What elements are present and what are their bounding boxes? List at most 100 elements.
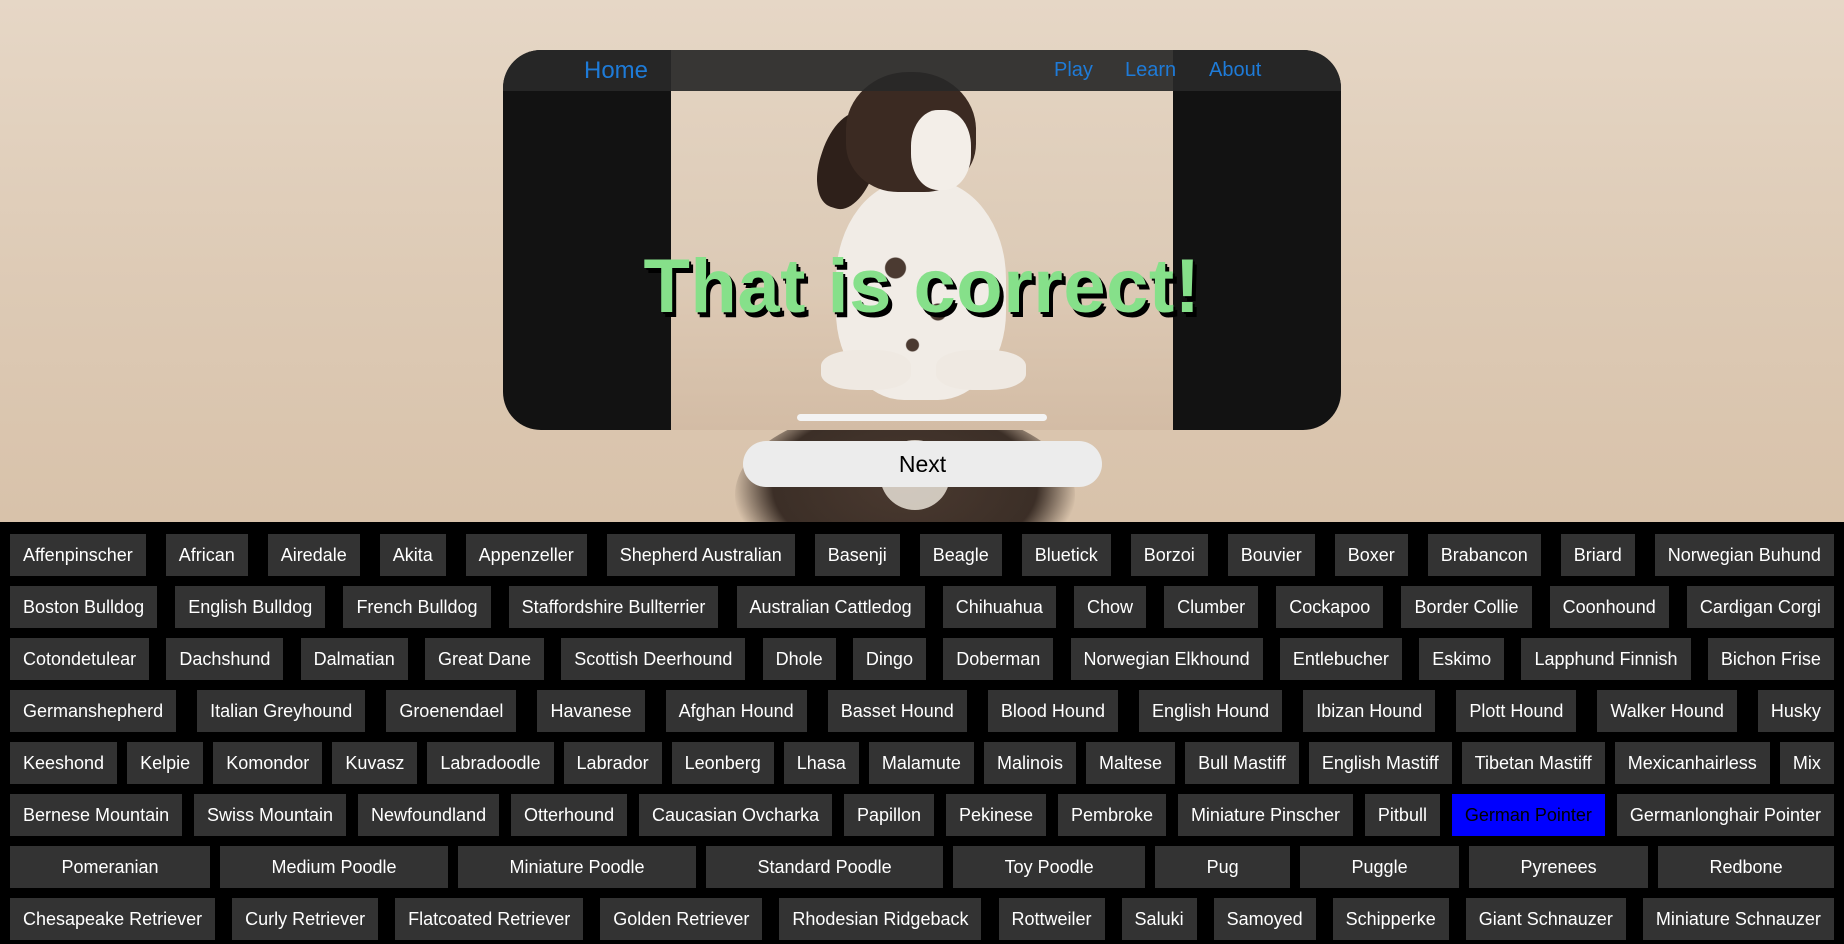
nav-learn-link[interactable]: Learn xyxy=(1125,50,1176,91)
breed-option-button[interactable]: Great Dane xyxy=(424,638,545,680)
breed-option-button[interactable]: Puggle xyxy=(1300,846,1460,888)
breed-option-button[interactable]: Bernese Mountain xyxy=(10,794,183,836)
breed-option-button[interactable]: Airedale xyxy=(267,534,360,576)
breed-option-button[interactable]: Rottweiler xyxy=(998,898,1105,940)
nav-home-link[interactable]: Home xyxy=(584,50,648,91)
breed-option-button[interactable]: Pembroke xyxy=(1057,794,1167,836)
breed-option-button[interactable]: Beagle xyxy=(919,534,1002,576)
breed-option-button[interactable]: Husky xyxy=(1757,690,1834,732)
breed-option-button[interactable]: Walker Hound xyxy=(1597,690,1737,732)
breed-option-button[interactable]: Germanshepherd xyxy=(10,690,177,732)
breed-option-button[interactable]: Doberman xyxy=(943,638,1054,680)
breed-option-button[interactable]: Caucasian Ovcharka xyxy=(639,794,833,836)
breed-option-button[interactable]: Medium Poodle xyxy=(220,846,449,888)
breed-option-button[interactable]: Boxer xyxy=(1334,534,1408,576)
breed-option-button[interactable]: Havanese xyxy=(537,690,645,732)
breed-option-button[interactable]: Norwegian Buhund xyxy=(1654,534,1834,576)
breed-option-button[interactable]: Bouvier xyxy=(1227,534,1315,576)
breed-option-button[interactable]: Cardigan Corgi xyxy=(1686,586,1834,628)
nav-play-link[interactable]: Play xyxy=(1054,50,1093,91)
breed-option-button[interactable]: Kuvasz xyxy=(332,742,418,784)
breed-option-button[interactable]: Labrador xyxy=(563,742,662,784)
breed-option-button[interactable]: Bichon Frise xyxy=(1707,638,1834,680)
breed-option-button[interactable]: Lhasa xyxy=(783,742,859,784)
breed-option-button[interactable]: Pyrenees xyxy=(1469,846,1649,888)
breed-option-button[interactable]: English Mastiff xyxy=(1308,742,1452,784)
breed-option-button[interactable]: Pomeranian xyxy=(10,846,210,888)
breed-option-button[interactable]: Leonberg xyxy=(671,742,774,784)
breed-option-button[interactable]: Boston Bulldog xyxy=(10,586,158,628)
breed-option-button[interactable]: German Pointer xyxy=(1451,794,1605,836)
breed-option-button[interactable]: Rhodesian Ridgeback xyxy=(779,898,982,940)
breed-option-button[interactable]: Chihuahua xyxy=(942,586,1056,628)
breed-option-button[interactable]: Curly Retriever xyxy=(232,898,379,940)
breed-option-button[interactable]: Pekinese xyxy=(945,794,1047,836)
next-button[interactable]: Next xyxy=(743,441,1102,487)
breed-option-button[interactable]: Cockapoo xyxy=(1276,586,1384,628)
breed-option-button[interactable]: Australian Cattledog xyxy=(736,586,925,628)
breed-option-button[interactable]: Ibizan Hound xyxy=(1303,690,1436,732)
breed-option-button[interactable]: Groenendael xyxy=(386,690,517,732)
breed-option-button[interactable]: Miniature Pinscher xyxy=(1177,794,1353,836)
breed-option-button[interactable]: Dingo xyxy=(852,638,926,680)
breed-option-button[interactable]: Italian Greyhound xyxy=(197,690,366,732)
breed-option-button[interactable]: Maltese xyxy=(1086,742,1176,784)
breed-option-button[interactable]: Standard Poodle xyxy=(706,846,944,888)
breed-option-button[interactable]: Coonhound xyxy=(1549,586,1669,628)
breed-option-button[interactable]: Schipperke xyxy=(1332,898,1449,940)
breed-option-button[interactable]: Redbone xyxy=(1658,846,1835,888)
breed-option-button[interactable]: Miniature Poodle xyxy=(458,846,697,888)
breed-option-button[interactable]: Dachshund xyxy=(166,638,284,680)
breed-option-button[interactable]: Kelpie xyxy=(127,742,204,784)
breed-option-button[interactable]: Plott Hound xyxy=(1456,690,1577,732)
breed-option-button[interactable]: Malinois xyxy=(983,742,1076,784)
breed-option-button[interactable]: French Bulldog xyxy=(343,586,491,628)
breed-option-button[interactable]: Newfoundland xyxy=(358,794,500,836)
breed-option-button[interactable]: Scottish Deerhound xyxy=(561,638,746,680)
breed-option-button[interactable]: English Bulldog xyxy=(175,586,326,628)
breed-option-button[interactable]: Toy Poodle xyxy=(953,846,1146,888)
breed-option-button[interactable]: Mexicanhairless xyxy=(1614,742,1770,784)
breed-option-button[interactable]: Dalmatian xyxy=(300,638,408,680)
breed-option-button[interactable]: Swiss Mountain xyxy=(194,794,347,836)
breed-option-button[interactable]: Malamute xyxy=(868,742,974,784)
breed-option-button[interactable]: Appenzeller xyxy=(465,534,587,576)
nav-about-link[interactable]: About xyxy=(1209,50,1261,91)
breed-option-button[interactable]: African xyxy=(165,534,248,576)
breed-option-button[interactable]: Staffordshire Bullterrier xyxy=(508,586,719,628)
breed-option-button[interactable]: Mix xyxy=(1779,742,1834,784)
breed-option-button[interactable]: Papillon xyxy=(844,794,935,836)
breed-option-button[interactable]: Cotondetulear xyxy=(10,638,150,680)
breed-option-button[interactable]: Chow xyxy=(1073,586,1146,628)
breed-option-button[interactable]: Labradoodle xyxy=(427,742,554,784)
breed-option-button[interactable]: Germanlonghair Pointer xyxy=(1616,794,1834,836)
breed-option-button[interactable]: Saluki xyxy=(1121,898,1197,940)
breed-option-button[interactable]: Blood Hound xyxy=(987,690,1118,732)
breed-option-button[interactable]: Chesapeake Retriever xyxy=(10,898,216,940)
breed-option-button[interactable]: Otterhound xyxy=(511,794,628,836)
breed-option-button[interactable]: Pitbull xyxy=(1364,794,1440,836)
breed-option-button[interactable]: Lapphund Finnish xyxy=(1521,638,1691,680)
breed-option-button[interactable]: Shepherd Australian xyxy=(606,534,795,576)
breed-option-button[interactable]: Samoyed xyxy=(1213,898,1316,940)
breed-option-button[interactable]: Giant Schnauzer xyxy=(1465,898,1626,940)
breed-option-button[interactable]: Komondor xyxy=(213,742,323,784)
breed-option-button[interactable]: Eskimo xyxy=(1419,638,1505,680)
breed-option-button[interactable]: English Hound xyxy=(1139,690,1283,732)
breed-option-button[interactable]: Entlebucher xyxy=(1279,638,1402,680)
breed-option-button[interactable]: Flatcoated Retriever xyxy=(395,898,584,940)
breed-option-button[interactable]: Akita xyxy=(379,534,446,576)
breed-option-button[interactable]: Norwegian Elkhound xyxy=(1070,638,1263,680)
breed-option-button[interactable]: Bluetick xyxy=(1021,534,1111,576)
breed-option-button[interactable]: Basset Hound xyxy=(827,690,967,732)
breed-option-button[interactable]: Miniature Schnauzer xyxy=(1642,898,1834,940)
breed-option-button[interactable]: Borzoi xyxy=(1130,534,1208,576)
breed-option-button[interactable]: Pug xyxy=(1155,846,1291,888)
breed-option-button[interactable]: Brabancon xyxy=(1427,534,1541,576)
breed-option-button[interactable]: Bull Mastiff xyxy=(1185,742,1299,784)
breed-option-button[interactable]: Clumber xyxy=(1164,586,1259,628)
breed-option-button[interactable]: Affenpinscher xyxy=(10,534,146,576)
breed-option-button[interactable]: Briard xyxy=(1560,534,1635,576)
breed-option-button[interactable]: Golden Retriever xyxy=(600,898,763,940)
breed-option-button[interactable]: Basenji xyxy=(814,534,900,576)
